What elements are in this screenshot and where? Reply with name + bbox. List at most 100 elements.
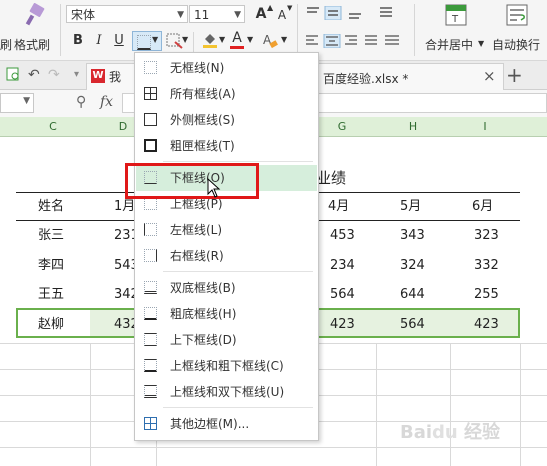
border-dropdown-button[interactable]: ▼ — [132, 31, 162, 51]
close-tab-icon[interactable]: × — [483, 67, 496, 85]
clear-format-icon[interactable]: A — [262, 32, 278, 49]
ribbon-left-label[interactable]: 刷 — [0, 36, 12, 53]
fill-color-icon[interactable] — [202, 32, 218, 48]
vertical-align-group — [305, 5, 369, 21]
chevron-down-icon: ▼ — [219, 35, 226, 44]
grid-line — [520, 343, 521, 466]
menu-item-thick-box-border[interactable]: 粗匣框线(T) — [136, 133, 317, 159]
thick-box-border-icon — [144, 139, 157, 152]
italic-button[interactable]: I — [92, 32, 106, 50]
page-icon[interactable] — [6, 67, 20, 81]
chevron-down-icon: ▼ — [152, 35, 159, 44]
ribbon-separator — [193, 32, 194, 52]
right-border-icon — [144, 249, 157, 262]
row-value: 234 — [330, 258, 355, 273]
menu-item-label: 左框线(L) — [170, 223, 223, 237]
menu-item-label: 上下框线(D) — [170, 333, 237, 347]
thick-bottom-border-icon — [144, 307, 157, 320]
menu-separator — [163, 407, 313, 408]
menu-item-label: 所有框线(A) — [170, 87, 236, 101]
ribbon-separator — [60, 4, 61, 56]
font-name-value: 宋体 — [71, 8, 96, 22]
row-name: 张三 — [38, 228, 65, 243]
row-name: 王五 — [38, 287, 65, 302]
menu-item-label: 右框线(R) — [170, 249, 224, 263]
chevron-down-icon[interactable]: ▾ — [74, 69, 79, 80]
name-box[interactable]: ▼ — [0, 93, 34, 113]
doc-tab-wps[interactable]: W 我 — [86, 63, 136, 90]
row-value: 343 — [400, 228, 425, 243]
file-tab-label: 百度经验.xlsx * — [323, 72, 409, 86]
chevron-down-icon: ▼ — [182, 35, 189, 44]
border-icon — [137, 35, 151, 50]
menu-item-right-border[interactable]: 右框线(R) — [136, 243, 317, 269]
menu-item-more-borders[interactable]: 其他边框(M)... — [136, 411, 317, 437]
menu-item-outside-borders[interactable]: 外侧框线(S) — [136, 107, 317, 133]
top-bottom-border-icon — [144, 333, 157, 346]
row-value: 644 — [400, 287, 425, 302]
merge-center-icon[interactable]: T — [444, 3, 468, 27]
orientation-icon[interactable] — [378, 5, 394, 21]
menu-item-top-thick-bottom-border[interactable]: 上框线和粗下框线(C) — [136, 353, 317, 379]
menu-item-top-bottom-border[interactable]: 上下框线(D) — [136, 327, 317, 353]
menu-item-thick-bottom-border[interactable]: 粗底框线(H) — [136, 301, 317, 327]
column-header-i[interactable]: I — [450, 117, 520, 136]
chevron-down-icon: ▼ — [478, 39, 485, 48]
wrap-text-button[interactable]: 自动换行 — [492, 36, 540, 53]
highlight-annotation-box — [125, 163, 259, 199]
more-borders-icon — [144, 417, 157, 430]
wps-logo-icon: W — [91, 69, 105, 83]
font-color-button[interactable]: A — [230, 29, 244, 47]
menu-item-label: 无框线(N) — [170, 61, 225, 75]
ribbon-separator — [297, 4, 298, 56]
column-header-h[interactable]: H — [376, 117, 450, 136]
wrap-text-icon[interactable] — [505, 3, 529, 27]
border-dropdown-menu: 无框线(N) 所有框线(A) 外侧框线(S) 粗匣框线(T) 下框线(O) 上框… — [134, 52, 319, 441]
double-bottom-border-icon — [144, 281, 157, 294]
row-name: 赵柳 — [38, 317, 65, 332]
redo-icon[interactable]: ↷ — [48, 67, 60, 83]
row-value: 564 — [330, 287, 355, 302]
menu-separator — [163, 271, 313, 272]
zoom-icon[interactable]: ⚲ — [76, 94, 86, 110]
menu-item-all-borders[interactable]: 所有框线(A) — [136, 81, 317, 107]
row-value: 453 — [330, 228, 355, 243]
function-icon[interactable]: fx — [100, 94, 113, 110]
font-size-select[interactable]: 11 ▼ — [189, 5, 245, 23]
font-color-swatch — [230, 46, 244, 49]
menu-item-double-bottom-border[interactable]: 双底框线(B) — [136, 275, 317, 301]
font-name-select[interactable]: 宋体 ▼ — [66, 5, 188, 23]
merge-center-button[interactable]: 合并居中 — [425, 36, 473, 53]
menu-separator — [163, 161, 313, 162]
chevron-down-icon: ▼ — [247, 35, 254, 44]
mouse-cursor-icon — [207, 177, 221, 198]
menu-item-left-border[interactable]: 左框线(L) — [136, 217, 317, 243]
menu-item-top-double-bottom-border[interactable]: 上框线和双下框线(U) — [136, 379, 317, 405]
row-value: 332 — [474, 258, 499, 273]
header-name: 姓名 — [38, 199, 65, 214]
column-header-c[interactable]: C — [16, 117, 90, 136]
grow-font-button[interactable]: A — [254, 5, 268, 23]
table-style-icon[interactable] — [166, 33, 183, 49]
header-may: 5月 — [400, 199, 422, 214]
format-painter-icon[interactable] — [22, 3, 48, 29]
menu-item-label: 其他边框(M)... — [170, 417, 250, 431]
header-jan: 1月 — [114, 199, 136, 214]
grid-line — [376, 343, 377, 466]
format-painter-button[interactable]: 格式刷 — [14, 36, 50, 53]
undo-icon[interactable]: ↶ — [28, 67, 40, 83]
row-value: 423 — [330, 317, 355, 332]
shrink-font-arrow-icon: ▼ — [287, 4, 293, 12]
underline-button[interactable]: U — [112, 32, 126, 50]
menu-item-label: 上框线和粗下框线(C) — [170, 359, 284, 373]
ribbon-separator — [414, 4, 415, 56]
bold-button[interactable]: B — [70, 32, 86, 50]
doc-tab-file[interactable]: 百度经验.xlsx * × — [312, 63, 504, 90]
horizontal-align-group[interactable] — [305, 33, 403, 49]
new-tab-icon[interactable]: + — [506, 63, 523, 87]
doc-tab-label: 我 — [109, 70, 122, 84]
grid-line — [90, 343, 91, 466]
outside-borders-icon — [144, 113, 157, 126]
font-size-value: 11 — [194, 8, 210, 22]
menu-item-no-border[interactable]: 无框线(N) — [136, 55, 317, 81]
